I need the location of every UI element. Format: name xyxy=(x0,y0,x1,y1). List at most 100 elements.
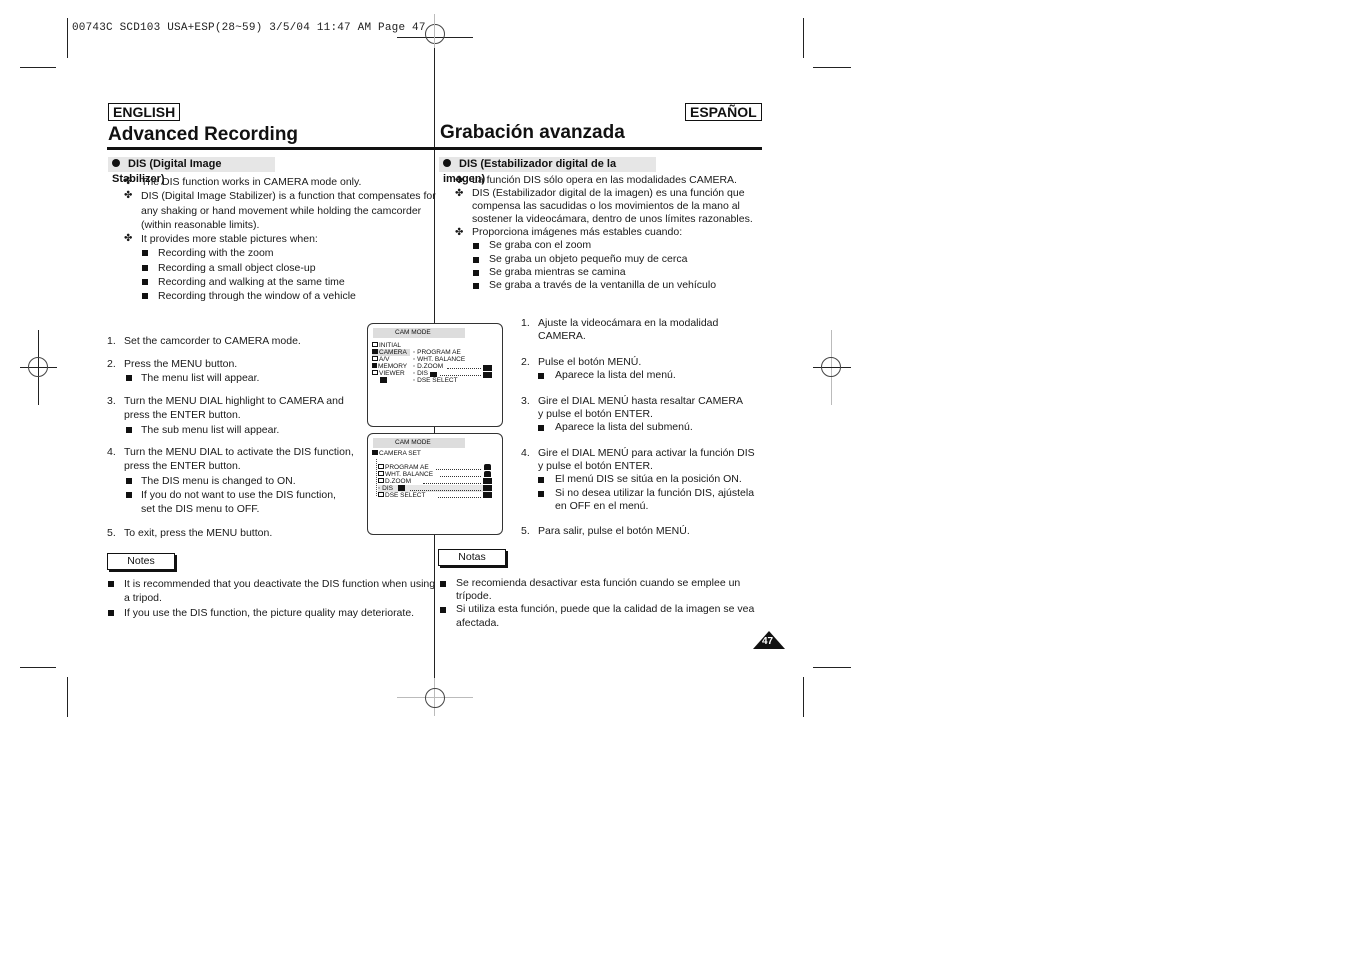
intro-text: DIS (Digital Image Stabilizer) is a func… xyxy=(141,190,436,203)
step-1: 1. Set the camcorder to CAMERA mode. xyxy=(107,334,301,348)
crop-mark xyxy=(813,667,851,668)
square-bullet-icon xyxy=(473,243,479,250)
registration-mark xyxy=(425,24,445,44)
step-number: 1. xyxy=(521,317,530,329)
value-indicator xyxy=(484,464,491,470)
submenu-dis: ◦ DIS xyxy=(413,370,428,377)
step-text: y pulse el botón ENTER. xyxy=(538,408,653,421)
dotted-leader xyxy=(410,490,481,491)
square-bullet-icon xyxy=(473,256,479,263)
wht-balance-icon xyxy=(378,471,384,476)
dse-select-icon xyxy=(378,492,384,497)
menu-item-initial: INITIAL xyxy=(372,342,401,349)
intro-text: Proporciona imágenes más estables cuando… xyxy=(472,226,683,239)
square-bullet-icon xyxy=(142,250,148,257)
step-text: Gire el DIAL MENÚ hasta resaltar CAMERA xyxy=(538,395,744,407)
crop-mark xyxy=(67,677,68,717)
dis-icon xyxy=(398,485,405,491)
step-text: Press the MENU button. xyxy=(124,358,238,370)
tape-icon xyxy=(380,377,387,383)
step-text: To exit, press the MENU button. xyxy=(124,527,273,539)
square-bullet-icon xyxy=(126,491,132,498)
paso-4: 4. Gire el DIAL MENÚ para activar la func… xyxy=(521,447,755,513)
paso-2: 2. Pulse el botón MENÚ. Aparece la lista … xyxy=(521,356,676,382)
print-header: 00743C SCD103 USA+ESP(28~59) 3/5/04 11:4… xyxy=(72,22,426,34)
intro-line: ✤ DIS (Digital Image Stabilizer) is a fun… xyxy=(124,189,436,203)
step-subtext: The DIS menu is changed to ON. xyxy=(141,474,296,487)
square-bullet-icon xyxy=(142,279,148,286)
note-text: It is recommended that you deactivate th… xyxy=(124,578,436,590)
menu-item-av: A/V xyxy=(372,356,389,363)
square-bullet-icon xyxy=(538,477,544,484)
cross-bullet-icon: ✤ xyxy=(124,233,133,245)
square-bullet-icon xyxy=(538,425,544,432)
registration-mark xyxy=(821,357,841,377)
step-text: Turn the MENU DIAL to activate the DIS f… xyxy=(124,446,354,458)
step-text: Pulse el botón MENÚ. xyxy=(538,356,642,368)
intro-line: Se graba mientras se camina xyxy=(472,266,753,279)
title-rule xyxy=(107,147,762,150)
step-number: 2. xyxy=(107,358,116,370)
submenu-program-ae: ◦ PROGRAM AE xyxy=(413,349,461,356)
intro-text: Se graba mientras se camina xyxy=(489,265,626,278)
menu-icon xyxy=(372,342,378,347)
intro-text: The DIS function works in CAMERA mode on… xyxy=(141,176,362,188)
square-bullet-icon xyxy=(473,282,479,289)
value-indicator xyxy=(483,372,492,378)
intro-text: Se graba con el zoom xyxy=(489,239,592,252)
page-number: 47 xyxy=(762,636,774,647)
crop-mark xyxy=(67,18,68,58)
camera-icon xyxy=(372,349,378,354)
step-number: 5. xyxy=(107,527,116,539)
step-subtext: The sub menu list will appear. xyxy=(141,423,280,436)
cross-bullet-icon: ✤ xyxy=(124,190,133,202)
square-bullet-icon xyxy=(142,264,148,271)
square-bullet-icon xyxy=(538,373,544,380)
viewer-icon xyxy=(372,370,378,375)
intro-line: ✤ La función DIS sólo opera en las modali… xyxy=(455,174,753,187)
step-number: 4. xyxy=(107,446,116,458)
step-2: 2. Press the MENU button. The menu list w… xyxy=(107,357,259,386)
square-bullet-icon xyxy=(108,609,114,616)
step-text: Gire el DIAL MENÚ para activar la funció… xyxy=(538,447,755,459)
menu-item-camera: CAMERA xyxy=(372,349,410,356)
value-indicator xyxy=(483,485,492,491)
intro-line: ✤ DIS (Estabilizador digital de la imagen… xyxy=(455,187,753,200)
step-subtext: Aparece la lista del menú. xyxy=(555,369,676,382)
step-text: y pulse el botón ENTER. xyxy=(538,460,653,473)
section-heading-spanish: DIS (Estabilizador digital de la imagen) xyxy=(439,157,656,185)
step-number: 3. xyxy=(107,395,116,407)
step-subtext: El menú DIS se sitúa en la posición ON. xyxy=(555,473,742,486)
step-subtext: Aparece la lista del submenú. xyxy=(555,421,693,434)
item-wht-balance: WHT. BALANCE xyxy=(378,471,433,478)
crop-mark xyxy=(434,14,435,48)
step-text: press the ENTER button. xyxy=(124,409,241,422)
step-subtext: en OFF en el menú. xyxy=(555,499,649,512)
square-bullet-icon xyxy=(108,581,114,587)
intro-line: Se graba un objeto pequeño muy de cerca xyxy=(472,253,753,266)
step-number: 4. xyxy=(521,447,530,459)
intro-line: Se graba con el zoom xyxy=(472,239,753,252)
camera-icon xyxy=(372,450,378,455)
intro-text: Recording and walking at the same time xyxy=(158,276,345,289)
cross-bullet-icon: ✤ xyxy=(455,227,464,239)
menu-screen-2: CAM MODE CAMERA SET PROGRAM AE WHT. BALA… xyxy=(367,433,503,535)
bullet-icon xyxy=(112,159,120,167)
section-heading-english: DIS (Digital Image Stabilizer) xyxy=(108,157,275,185)
intro-text: sostener la videocámara, dentro de unos … xyxy=(472,213,753,226)
registration-mark xyxy=(425,688,445,708)
submenu-d-zoom: ◦ D.ZOOM xyxy=(413,363,444,370)
square-bullet-icon xyxy=(440,607,446,614)
note-text: Si utiliza esta función, puede que la ca… xyxy=(456,603,755,616)
note-text: afectada. xyxy=(456,616,500,629)
screen-header: CAM MODE xyxy=(373,328,465,338)
registration-mark xyxy=(28,357,48,377)
step-text: Para salir, pulse el botón MENÚ. xyxy=(538,525,690,537)
step-number: 3. xyxy=(521,395,530,407)
value-indicator xyxy=(483,492,492,498)
dis-icon xyxy=(430,372,437,377)
notes-label-spanish: Notas xyxy=(438,549,506,566)
step-text: CAMERA. xyxy=(538,330,586,343)
intro-text: any shaking or hand movement while holdi… xyxy=(141,204,422,217)
crop-mark xyxy=(803,18,804,58)
